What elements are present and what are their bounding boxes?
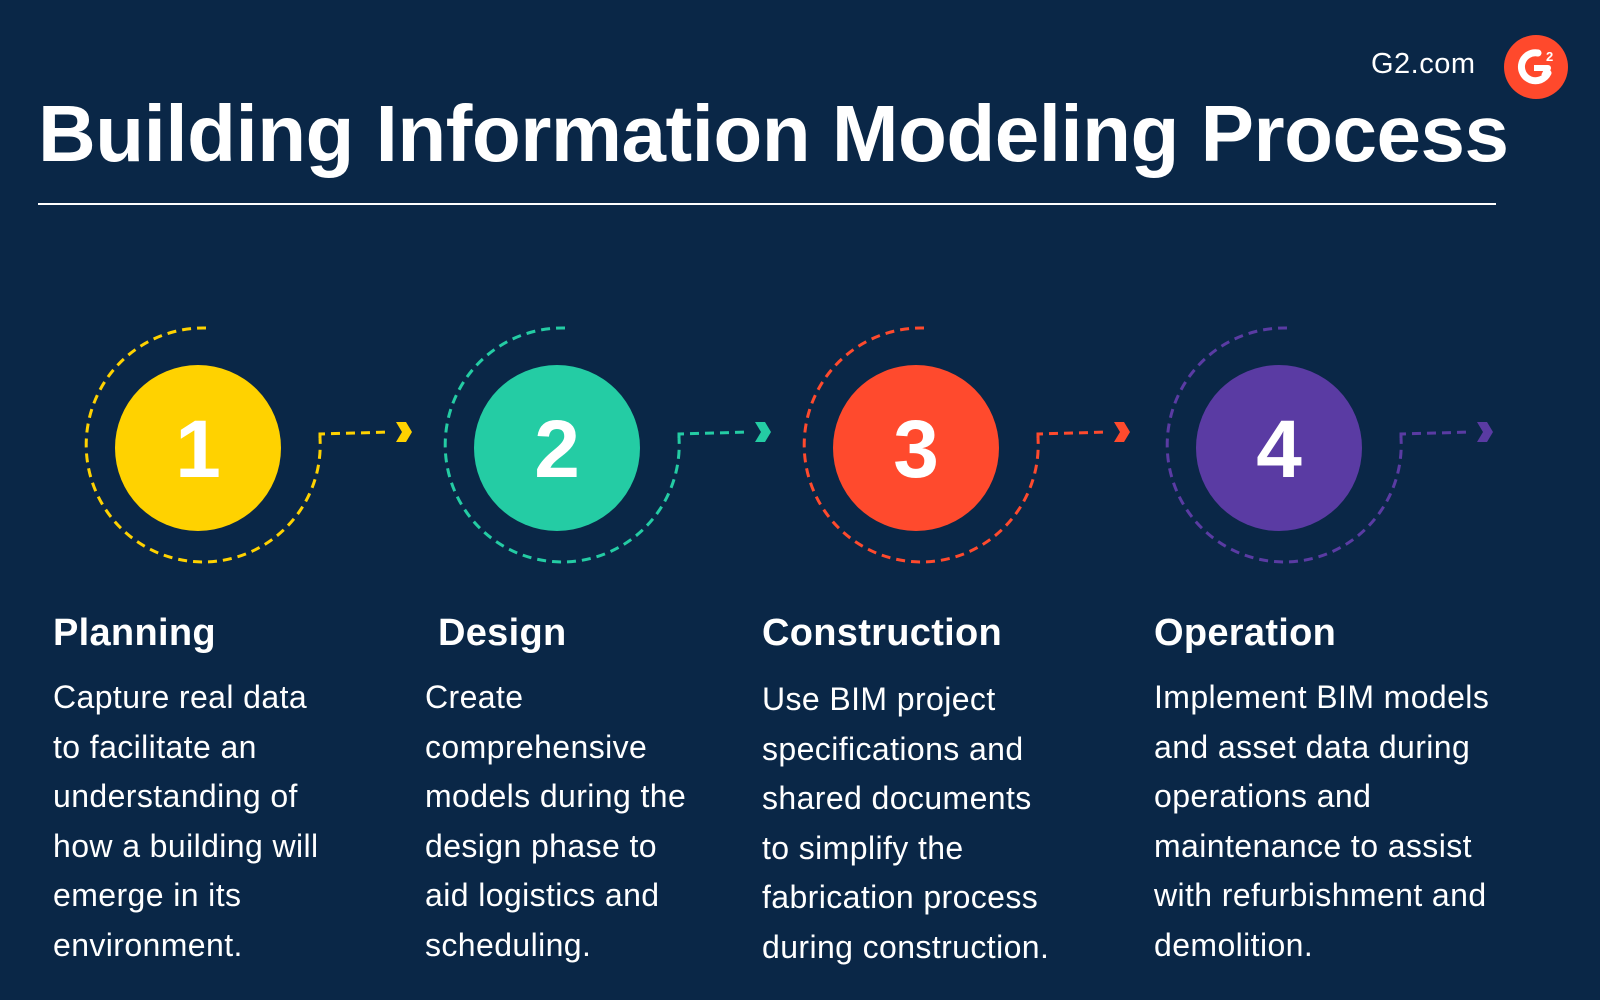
dashed-connector: [318, 430, 391, 438]
page-title: Building Information Modeling Process: [38, 89, 1509, 178]
step-description: Implement BIM models and asset data duri…: [1154, 679, 1490, 963]
title-divider: [38, 203, 1496, 205]
chevron-right-icon: [1114, 422, 1130, 442]
brand-site-text: G2.com: [1371, 48, 1476, 80]
step-graphic-construction: 3: [802, 326, 1130, 564]
step-heading: Construction: [762, 612, 1003, 654]
step-construction: Construction Use BIM project specificati…: [762, 612, 1122, 972]
step-heading: Design: [438, 612, 567, 654]
step-description: Use BIM project specifications and share…: [762, 681, 1050, 965]
chevron-right-icon: [1477, 422, 1493, 442]
step-number: 1: [175, 404, 221, 495]
chevron-right-icon: [755, 422, 771, 442]
step-graphic-operation: 4: [1165, 326, 1493, 564]
step-number: 3: [893, 404, 939, 495]
process-diagram: 1 2 3 4: [84, 326, 1493, 564]
step-description: Capture real data to facilitate an under…: [53, 679, 319, 963]
dashed-connector: [1036, 430, 1109, 438]
step-heading: Operation: [1154, 612, 1337, 654]
g2-logo-mark: 2: [1546, 49, 1553, 64]
step-number: 4: [1256, 404, 1302, 495]
step-graphic-planning: 1: [84, 326, 412, 564]
step-description: Create comprehensive models during the d…: [425, 679, 687, 963]
dashed-connector: [1399, 430, 1472, 438]
chevron-right-icon: [396, 422, 412, 442]
step-heading: Planning: [53, 612, 216, 654]
step-operation: Operation Implement BIM models and asset…: [1154, 612, 1514, 970]
step-number: 2: [534, 404, 580, 495]
step-graphic-design: 2: [443, 326, 771, 564]
step-planning: Planning Capture real data to facilitate…: [53, 612, 413, 970]
dashed-connector: [677, 430, 750, 438]
step-design: Design Create comprehensive models durin…: [425, 612, 785, 970]
g2-logo-icon: 2: [1504, 35, 1568, 99]
